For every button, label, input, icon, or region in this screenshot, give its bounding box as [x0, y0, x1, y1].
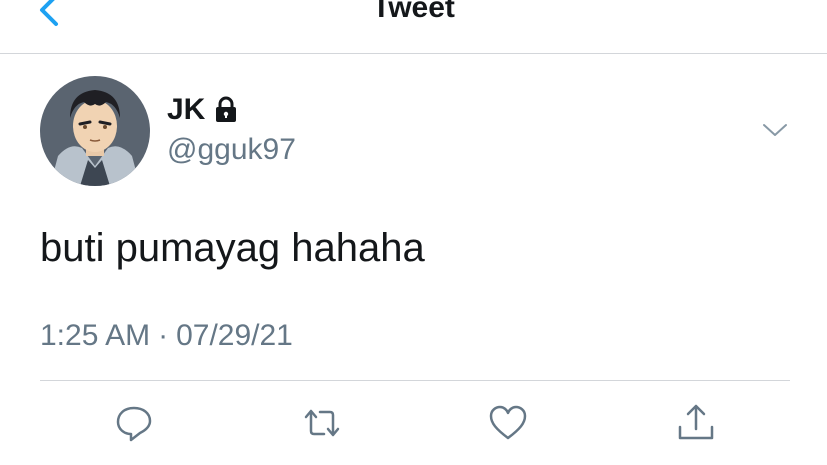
header-bar: Tweet — [0, 0, 827, 54]
share-icon — [678, 404, 714, 440]
avatar[interactable] — [40, 76, 150, 186]
divider — [40, 380, 790, 381]
chevron-down-icon — [763, 124, 787, 136]
heart-icon — [489, 405, 527, 440]
like-button[interactable] — [488, 403, 528, 443]
timestamp-separator: · — [158, 319, 169, 352]
tweet-timestamp: 1:25 AM · 07/29/21 — [40, 316, 293, 356]
page-title: Tweet — [372, 0, 455, 24]
reply-button[interactable] — [114, 403, 154, 443]
display-name[interactable]: JK — [167, 92, 205, 128]
reply-icon — [116, 406, 152, 442]
lock-icon — [213, 95, 239, 125]
tweet-date: 07/29/21 — [176, 319, 293, 352]
tweet-text: buti pumayag hahaha — [40, 226, 425, 270]
tweet-time: 1:25 AM — [40, 319, 151, 352]
share-button[interactable] — [676, 403, 716, 443]
retweet-icon — [304, 409, 340, 437]
retweet-button[interactable] — [302, 403, 342, 443]
display-name-row: JK — [167, 92, 239, 128]
more-options-button[interactable] — [760, 118, 790, 142]
tweet-detail-screen: Tweet JK @gguk97 buti pumayag hahaha 1:2… — [0, 0, 827, 465]
user-handle[interactable]: @gguk97 — [167, 132, 296, 168]
avatar-image — [40, 76, 150, 186]
